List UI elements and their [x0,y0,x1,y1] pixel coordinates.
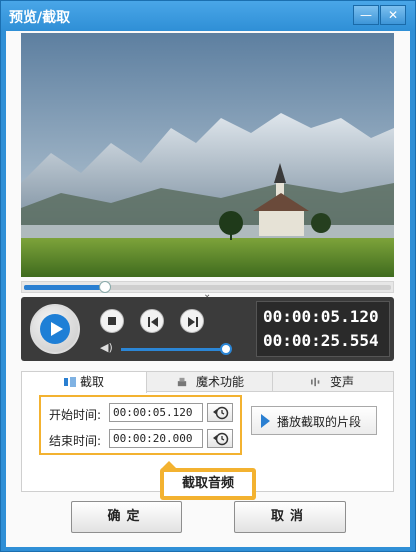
next-button[interactable] [180,309,204,333]
start-time-label: 开始时间: [49,408,102,422]
tab-label: 截取 [80,375,105,389]
minimize-icon: — [360,8,372,22]
minimize-button[interactable]: — [353,5,379,25]
tab-voice-change[interactable]: 变声 [274,372,393,392]
play-button[interactable] [30,304,80,354]
tab-bar: 截取 魔术功能 变声 [22,372,393,393]
end-time-input[interactable]: 00:00:20.000 [109,429,203,448]
play-icon [51,322,63,336]
callout-text: 截取音频 [164,472,252,496]
start-time-input[interactable]: 00:00:05.120 [109,403,203,422]
previous-icon [148,317,158,327]
callout-badge: 截取音频 [160,468,256,500]
stop-button[interactable] [100,309,124,333]
window-title: 预览/截取 [9,10,71,26]
seek-handle[interactable] [99,281,111,293]
play-segment-button[interactable]: 播放截取的片段 [251,406,377,435]
tab-label: 魔术功能 [196,375,245,389]
previous-button[interactable] [140,309,164,333]
title-bar[interactable]: 预览/截取 — ✕ [1,1,415,31]
video-frame [21,33,394,277]
close-button[interactable]: ✕ [380,5,406,25]
play-icon [261,414,270,428]
stop-icon [108,317,116,325]
current-time: 00:00:05.120 [263,307,379,326]
time-display: 00:00:05.120 00:00:25.554 [256,301,390,357]
volume-slider[interactable] [121,348,226,351]
cancel-button[interactable]: 取消 [234,501,346,533]
video-preview[interactable] [21,33,394,277]
dialog-content: ⌄ ◀) 00:00:05.120 00:00:25.554 截取 魔术功能 变… [6,31,410,547]
seek-progress [24,285,105,290]
cut-icon [64,377,76,387]
dialog-window: 预览/截取 — ✕ ⌄ ◀) 00:00:05.120 00:00:25.554… [0,0,416,552]
end-time-label: 结束时间: [49,434,102,448]
next-icon [188,317,198,327]
set-end-button[interactable] [207,429,233,448]
set-start-button[interactable] [207,403,233,422]
play-segment-label: 播放截取的片段 [277,415,362,429]
tab-cut[interactable]: 截取 [22,372,147,393]
time-range-highlight: 开始时间: 00:00:05.120 结束时间: 00:00:20.000 [39,395,242,455]
total-time: 00:00:25.554 [263,331,379,350]
voice-change-icon [311,377,320,387]
close-icon: ✕ [387,8,399,22]
clock-icon [213,432,229,446]
tab-label: 变声 [330,375,355,389]
player-controls: ◀) 00:00:05.120 00:00:25.554 [21,297,394,361]
clock-icon [213,406,229,420]
volume-icon: ◀) [100,341,113,354]
magic-icon [177,377,187,387]
volume-handle[interactable] [220,343,232,355]
ok-button[interactable]: 确定 [71,501,182,533]
tab-magic[interactable]: 魔术功能 [148,372,273,392]
